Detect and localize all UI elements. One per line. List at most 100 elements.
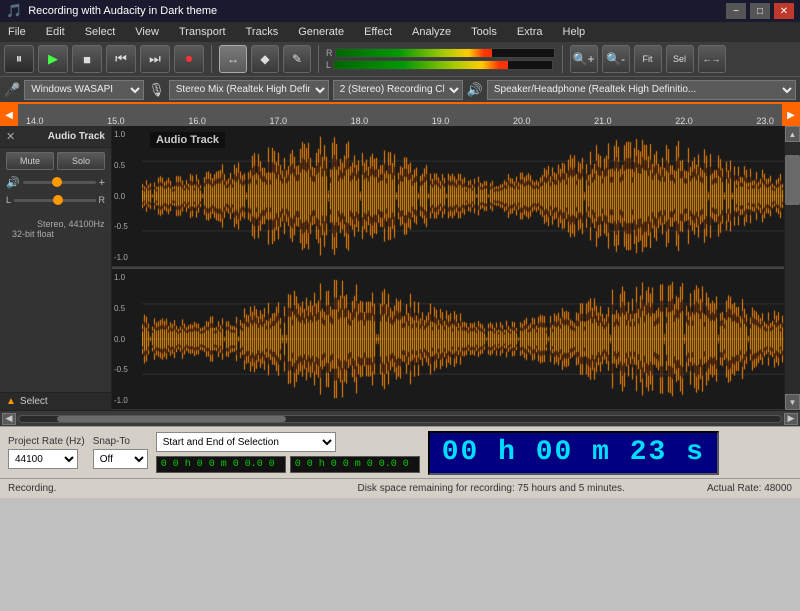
output-select[interactable]: Speaker/Headphone (Realtek High Definiti…: [487, 80, 796, 100]
track-controls: Mute Solo 🔊 + L R: [0, 148, 111, 253]
pan-l-label: L: [6, 195, 11, 205]
status-rate: Actual Rate: 48000: [707, 483, 792, 494]
snap-to-group: Snap-To Off: [93, 436, 148, 469]
close-button[interactable]: ✕: [774, 3, 794, 19]
device-toolbar: 🎤 Windows WASAPI 🎙 Stereo Mix (Realtek H…: [0, 76, 800, 102]
scroll-up-button[interactable]: ▲: [785, 126, 800, 142]
skip-end-button[interactable]: ⏭: [140, 45, 170, 73]
tick-18: 18.0: [351, 116, 369, 126]
track-bottom-panel: ▲ Select: [0, 392, 111, 410]
menu-transport[interactable]: Transport: [175, 24, 230, 40]
pan-slider-row: L R: [6, 195, 105, 205]
gain-thumb[interactable]: [52, 177, 62, 187]
time-start-input[interactable]: [156, 456, 286, 473]
zoom-toggle-button[interactable]: ←→: [698, 45, 726, 73]
time-end-input[interactable]: [290, 456, 420, 473]
timeline-scroll-left[interactable]: ◀: [0, 103, 18, 126]
channels-select[interactable]: 2 (Stereo) Recording Chann...: [333, 80, 463, 100]
ruler: 14.0 15.0 16.0 17.0 18.0 19.0 20.0 21.0 …: [18, 104, 782, 126]
host-select[interactable]: Windows WASAPI: [24, 80, 144, 100]
zoom-in-button[interactable]: 🔍+: [570, 45, 598, 73]
menu-edit[interactable]: Edit: [42, 24, 69, 40]
menu-select[interactable]: Select: [81, 24, 120, 40]
menu-view[interactable]: View: [131, 24, 163, 40]
zoom-fit-button[interactable]: Fit: [634, 45, 662, 73]
track-container: ✕ Audio Track Mute Solo 🔊 + L: [0, 126, 800, 410]
gain-slider-row: 🔊 +: [6, 176, 105, 189]
vu-meter: R L: [326, 48, 555, 70]
timeline-scroll-right[interactable]: ▶: [782, 103, 800, 126]
project-rate-group: Project Rate (Hz) 44100: [8, 436, 85, 469]
select-tool-button[interactable]: ↔: [219, 45, 247, 73]
amplitude-scale-top: 1.0 0.5 0.0 -0.5 -1.0: [112, 126, 142, 266]
track-info: Stereo, 44100Hz 32-bit float: [6, 209, 105, 249]
project-rate-select[interactable]: 44100: [8, 449, 78, 469]
menu-effect[interactable]: Effect: [360, 24, 396, 40]
vu-bar-l-container: [333, 60, 553, 70]
menu-tools[interactable]: Tools: [467, 24, 501, 40]
tick-23: 23.0: [756, 116, 774, 126]
window-title: Recording with Audacity in Dark theme: [28, 5, 726, 17]
skip-start-button[interactable]: ⏮: [106, 45, 136, 73]
project-rate-label: Project Rate (Hz): [8, 436, 85, 447]
menu-help[interactable]: Help: [559, 24, 590, 40]
output-icon: 🔊: [467, 82, 483, 98]
gain-plus-icon: +: [99, 177, 105, 189]
time-display: 00 h 00 m 23 s: [428, 431, 719, 475]
waveform-bottom-canvas: [142, 269, 784, 409]
tick-21: 21.0: [594, 116, 612, 126]
input-icon: 🎙: [148, 82, 165, 98]
play-button[interactable]: ▶: [38, 45, 68, 73]
waveform-area[interactable]: 1.0 0.5 0.0 -0.5 -1.0 1.0 0.5 0.0 -0.5 -…: [112, 126, 784, 410]
menu-generate[interactable]: Generate: [294, 24, 348, 40]
vu-label-r: R: [326, 48, 333, 58]
pause-button[interactable]: ⏸: [4, 45, 34, 73]
track-close-button[interactable]: ✕: [6, 130, 15, 143]
record-button[interactable]: ⏺: [174, 45, 204, 73]
pan-r-label: R: [99, 195, 106, 205]
menu-tracks[interactable]: Tracks: [242, 24, 283, 40]
tick-15: 15.0: [107, 116, 125, 126]
zoom-sel-button[interactable]: Sel: [666, 45, 694, 73]
menu-analyze[interactable]: Analyze: [408, 24, 455, 40]
tick-16: 16.0: [188, 116, 206, 126]
pan-thumb[interactable]: [53, 195, 63, 205]
track-panel: ✕ Audio Track Mute Solo 🔊 + L: [0, 126, 112, 410]
menu-file[interactable]: File: [4, 24, 30, 40]
tick-20: 20.0: [513, 116, 531, 126]
mute-button[interactable]: Mute: [6, 152, 54, 170]
selection-type-select[interactable]: Start and End of Selection: [156, 432, 336, 452]
status-bar: Recording. Disk space remaining for reco…: [0, 478, 800, 498]
vu-bar-r-container: [335, 48, 555, 58]
scroll-left-button[interactable]: ◀: [2, 413, 16, 425]
draw-tool-button[interactable]: ✎: [283, 45, 311, 73]
snap-to-select[interactable]: Off: [93, 449, 148, 469]
menu-extra[interactable]: Extra: [513, 24, 547, 40]
tick-22: 22.0: [675, 116, 693, 126]
track-expand-icon[interactable]: ▲: [6, 396, 16, 407]
pan-track: [14, 199, 95, 202]
track-select-label[interactable]: Select: [20, 396, 48, 407]
stop-button[interactable]: ■: [72, 45, 102, 73]
track-title: Audio Track: [48, 131, 105, 142]
separator-2: [318, 45, 319, 73]
zoom-out-button[interactable]: 🔍-: [602, 45, 630, 73]
envelope-tool-button[interactable]: ◆: [251, 45, 279, 73]
timeline-ruler: ◀ 14.0 15.0 16.0 17.0 18.0 19.0 20.0 21.…: [0, 102, 800, 126]
status-disk-space: Disk space remaining for recording: 75 h…: [357, 483, 686, 494]
separator-3: [562, 45, 563, 73]
solo-button[interactable]: Solo: [57, 152, 105, 170]
host-icon: 🎤: [4, 82, 20, 98]
input-select[interactable]: Stereo Mix (Realtek High Definition Audi…: [169, 80, 329, 100]
minimize-button[interactable]: −: [726, 3, 746, 19]
bottom-controls: Project Rate (Hz) 44100 Snap-To Off Star…: [0, 426, 800, 478]
amplitude-scale-bottom: 1.0 0.5 0.0 -0.5 -1.0: [112, 269, 142, 409]
maximize-button[interactable]: □: [750, 3, 770, 19]
scroll-thumb-v[interactable]: [785, 155, 800, 205]
scroll-down-button[interactable]: ▼: [785, 394, 800, 410]
gain-icon: 🔊: [6, 176, 20, 189]
scroll-track-v: [785, 142, 800, 394]
vu-label-l: L: [326, 60, 331, 70]
scroll-thumb-h[interactable]: [57, 416, 286, 422]
scroll-right-button[interactable]: ▶: [784, 413, 798, 425]
